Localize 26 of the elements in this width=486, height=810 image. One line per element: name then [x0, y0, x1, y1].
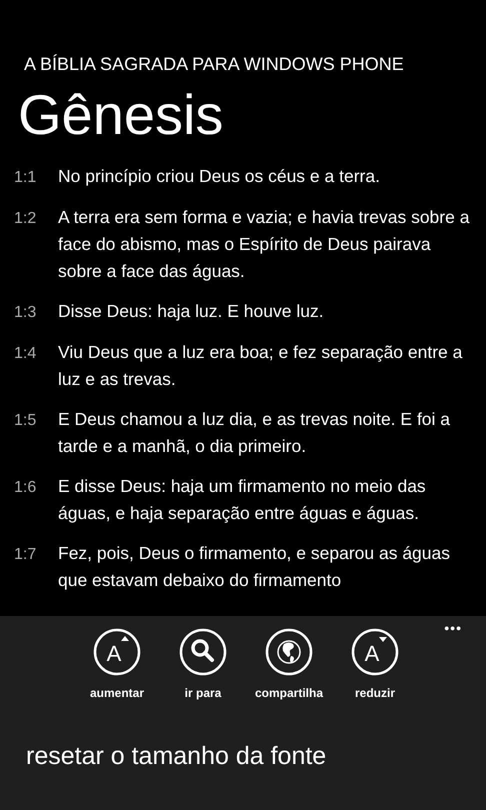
- verse-text: E disse Deus: haja um firmamento no meio das águas, e haja separação entre águas e águas.: [58, 475, 427, 525]
- globe-icon: [265, 628, 313, 676]
- verse-number: 1:7: [14, 545, 38, 565]
- app-title: A BÍBLIA SAGRADA PARA WINDOWS PHONE: [24, 54, 405, 75]
- verse-text: E Deus chamou a luz dia, e as trevas noite. E foi a tarde e a manhã, o dia primeiro.: [58, 408, 452, 458]
- verse-text: Viu Deus que a luz era boa; e fez separação entre a luz e as trevas.: [58, 341, 464, 391]
- app-bar-button[interactable]: compartilha: [252, 628, 326, 700]
- font-increase-icon: A: [93, 628, 141, 676]
- search-icon: [179, 628, 227, 676]
- verse-number: 1:2: [14, 209, 38, 229]
- more-button[interactable]: •••: [444, 620, 462, 636]
- menu-item[interactable]: resetar o tamanho da fonte: [26, 742, 326, 771]
- verse-number: 1:5: [14, 411, 38, 431]
- verse-number: 1:1: [14, 168, 38, 188]
- book-title: Gênesis: [18, 82, 224, 148]
- verse-text: Disse Deus: haja luz. E houve luz.: [58, 300, 325, 323]
- verse-number: 1:6: [14, 478, 38, 498]
- verse-text: Fez, pois, Deus o firmamento, e separou as águas que estavam debaixo do firmamento: [58, 542, 452, 592]
- app-bar-button[interactable]: A aumentar: [80, 628, 154, 700]
- app-bar-button[interactable]: A reduzir: [338, 628, 412, 700]
- verse-text: A terra era sem forma e vazia; e havia trevas sobre a face do abismo, mas o Espírito de Deus pairava sobre a face das águas.: [58, 206, 470, 283]
- verse-text: No princípio criou Deus os céus e a terra.: [58, 165, 381, 188]
- verse-number: 1:3: [14, 303, 38, 323]
- verse-number: 1:4: [14, 344, 38, 364]
- app-bar-button[interactable]: ir para: [166, 628, 240, 700]
- font-decrease-icon: A: [351, 628, 399, 676]
